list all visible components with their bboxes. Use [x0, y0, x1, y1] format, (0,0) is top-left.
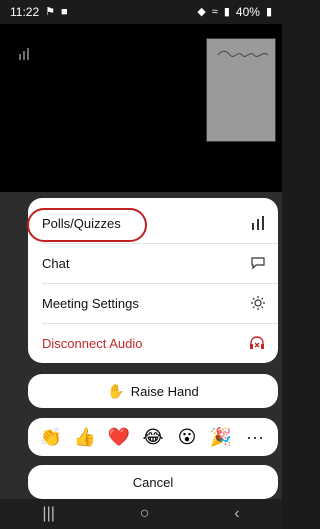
heart-icon[interactable]: ❤️ — [106, 424, 132, 450]
battery-icon: ▮ — [265, 5, 272, 18]
hand-icon: ✋ — [107, 382, 125, 399]
menu-item-meeting-settings[interactable]: Meeting Settings — [28, 283, 278, 323]
battery-percent: 40% — [235, 5, 260, 19]
notification-icon: ⚑ — [45, 5, 56, 18]
home-icon[interactable]: ○ — [140, 505, 150, 523]
signal-strength-icon — [18, 48, 32, 60]
raise-hand-label: Raise Hand — [130, 383, 199, 399]
menu-item-chat[interactable]: Chat — [28, 243, 278, 283]
android-nav-bar: ||| ○ ‹ — [0, 499, 282, 529]
alarm-icon: ◆ — [197, 5, 206, 18]
back-icon[interactable]: ‹ — [234, 505, 239, 523]
cancel-label: Cancel — [132, 474, 174, 490]
cancel-button[interactable]: Cancel — [28, 465, 278, 499]
wifi-icon: ≈ — [211, 5, 218, 18]
meeting-area — [0, 24, 282, 192]
status-bar: 11:22 ⚑ ■ ◆ ≈ ▮ 40% ▮ — [0, 0, 282, 24]
more-reactions-button[interactable]: ··· — [242, 424, 268, 450]
reactions-bar: 👏 👍 ❤️ 😂 😮 🎉 ··· — [28, 418, 278, 456]
menu-item-disconnect-audio[interactable]: Disconnect Audio — [28, 323, 278, 363]
tears-of-joy-icon[interactable]: 😂 — [140, 424, 166, 450]
menu-item-label: Chat — [42, 255, 70, 271]
menu-item-label: Disconnect Audio — [42, 335, 143, 351]
headset-x-icon — [248, 335, 266, 351]
camera-icon: ■ — [61, 5, 68, 18]
thumbs-up-icon[interactable]: 👍 — [72, 424, 98, 450]
participant-video-tile-art — [216, 48, 270, 58]
raise-hand-button[interactable]: ✋ Raise Hand — [28, 374, 278, 408]
gear-icon — [250, 295, 266, 311]
polls-highlight-oval — [27, 208, 147, 242]
surprised-icon[interactable]: 😮 — [174, 424, 200, 450]
chat-bubble-icon — [250, 256, 266, 270]
recent-apps-icon[interactable]: ||| — [42, 505, 54, 523]
participant-video-tile[interactable] — [206, 38, 276, 142]
status-time: 11:22 — [10, 5, 40, 19]
more-icon: ··· — [246, 426, 264, 447]
signal-icon: ▮ — [223, 5, 230, 18]
menu-item-label: Meeting Settings — [42, 295, 139, 311]
clap-icon[interactable]: 👏 — [38, 424, 64, 450]
bar-chart-icon — [250, 216, 266, 230]
party-icon[interactable]: 🎉 — [208, 424, 234, 450]
